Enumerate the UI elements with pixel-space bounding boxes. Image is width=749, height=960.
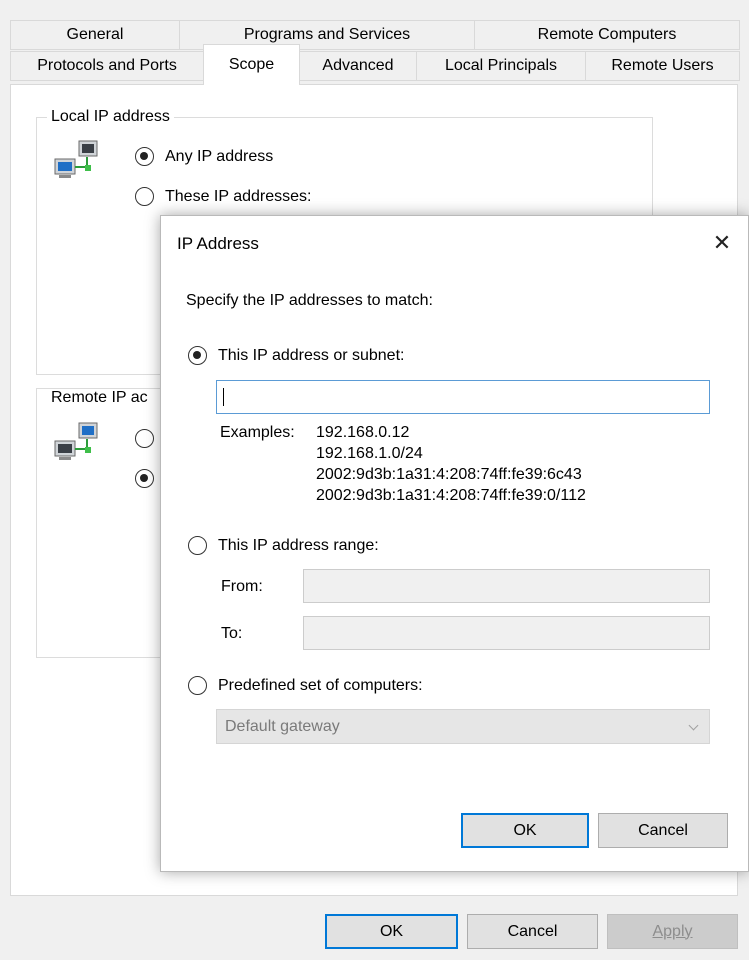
remote-network-computers-icon xyxy=(54,422,98,460)
to-input[interactable] xyxy=(303,616,710,650)
tab-general[interactable]: General xyxy=(10,20,180,50)
tab-scope[interactable]: Scope xyxy=(203,44,300,85)
subnet-label: This IP address or subnet: xyxy=(218,347,405,364)
network-computers-icon xyxy=(54,140,98,178)
from-label: From: xyxy=(221,578,263,595)
subnet-radio[interactable] xyxy=(188,346,207,365)
to-label: To: xyxy=(221,625,243,642)
any-ip-label: Any IP address xyxy=(165,148,274,165)
any-ip-radio[interactable] xyxy=(135,147,154,166)
cancel-button[interactable]: Cancel xyxy=(467,914,598,949)
dialog-instruction: Specify the IP addresses to match: xyxy=(186,292,433,309)
apply-label: Apply xyxy=(652,922,693,940)
tab-advanced[interactable]: Advanced xyxy=(299,51,417,81)
ok-button[interactable]: OK xyxy=(325,914,458,949)
these-ips-label: These IP addresses: xyxy=(165,188,312,205)
example-3: 2002:9d3b:1a31:4:208:74ff:fe39:6c43 xyxy=(316,466,582,483)
predefined-select[interactable]: Default gateway xyxy=(216,709,710,744)
subnet-input[interactable] xyxy=(216,380,710,414)
range-label: This IP address range: xyxy=(218,537,379,554)
from-input[interactable] xyxy=(303,569,710,603)
example-2: 192.168.1.0/24 xyxy=(316,445,423,462)
dialog-cancel-button[interactable]: Cancel xyxy=(598,813,728,848)
range-radio[interactable] xyxy=(188,536,207,555)
remote-these-ips-radio[interactable] xyxy=(135,469,154,488)
close-icon[interactable]: ✕ xyxy=(711,232,733,255)
ip-address-dialog: IP Address ✕ Specify the IP addresses to… xyxy=(160,215,749,872)
example-4: 2002:9d3b:1a31:4:208:74ff:fe39:0/112 xyxy=(316,487,586,504)
these-ips-radio[interactable] xyxy=(135,187,154,206)
tab-remote-users[interactable]: Remote Users xyxy=(585,51,740,81)
example-1: 192.168.0.12 xyxy=(316,424,410,441)
text-caret xyxy=(223,388,224,406)
dialog-title: IP Address xyxy=(177,234,259,253)
chevron-down-icon xyxy=(688,720,699,731)
examples-label: Examples: xyxy=(220,424,295,441)
tab-local-principals[interactable]: Local Principals xyxy=(416,51,586,81)
tab-remote-computers[interactable]: Remote Computers xyxy=(474,20,740,50)
tab-protocols-and-ports[interactable]: Protocols and Ports xyxy=(10,51,204,81)
remote-ip-group-title: Remote IP ac xyxy=(47,389,152,407)
predefined-select-value: Default gateway xyxy=(225,717,340,735)
local-ip-group-title: Local IP address xyxy=(47,108,174,126)
predefined-radio[interactable] xyxy=(188,676,207,695)
dialog-ok-button[interactable]: OK xyxy=(461,813,589,848)
remote-any-ip-radio[interactable] xyxy=(135,429,154,448)
apply-button[interactable]: Apply xyxy=(607,914,738,949)
predefined-label: Predefined set of computers: xyxy=(218,677,423,694)
